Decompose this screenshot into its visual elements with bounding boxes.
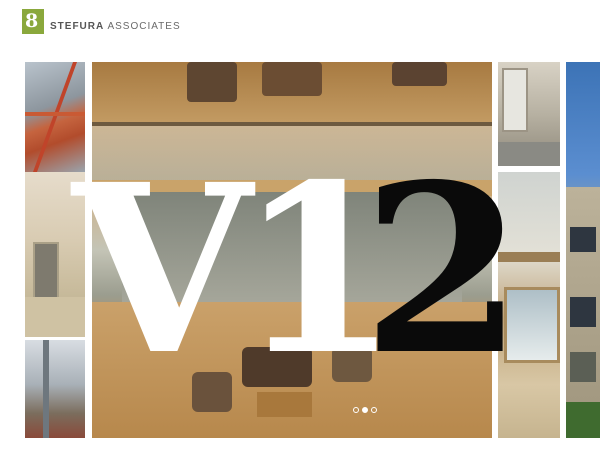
photo-panel-reading-nook[interactable] (498, 62, 560, 166)
photo-panel-street[interactable] (25, 340, 85, 438)
brand-name-bold: STEFURA (50, 21, 105, 32)
carousel-dot-2[interactable] (362, 407, 368, 413)
logo-mark-icon: 8 (22, 9, 44, 34)
photo-panel-hallway[interactable] (25, 172, 85, 337)
photo-panel-exterior-structure[interactable] (25, 62, 85, 172)
hero-image-atrium[interactable] (92, 62, 492, 438)
brand-logo[interactable]: 8 STEFURA ASSOCIATES (22, 9, 181, 34)
carousel-pager (353, 407, 377, 413)
carousel-dot-3[interactable] (371, 407, 377, 413)
logo-mark-glyph: 8 (25, 10, 39, 32)
photo-panel-interior-hall[interactable] (498, 172, 560, 438)
brand-name-rest: ASSOCIATES (107, 21, 181, 32)
photo-panel-building-exterior[interactable] (566, 62, 600, 438)
brand-name: STEFURA ASSOCIATES (50, 21, 181, 32)
site-header: 8 STEFURA ASSOCIATES (0, 0, 600, 58)
carousel-dot-1[interactable] (353, 407, 359, 413)
